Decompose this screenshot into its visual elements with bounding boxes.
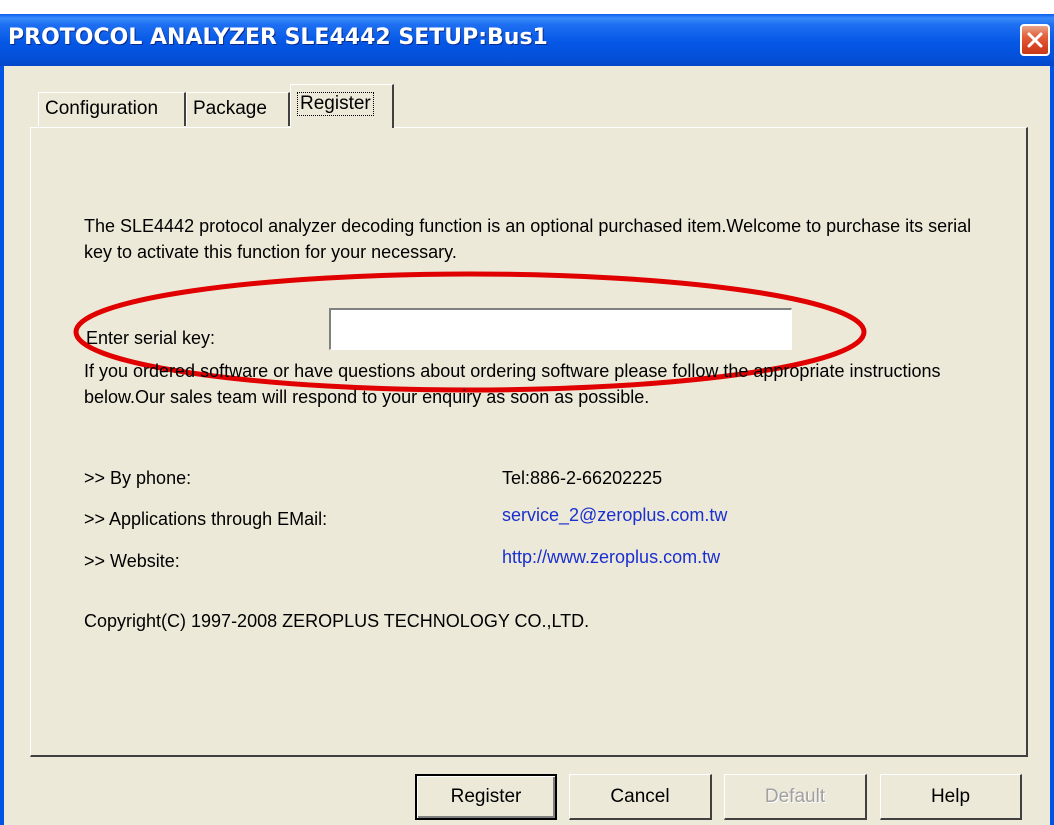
tab-package[interactable]: Package <box>186 92 290 126</box>
title-bar[interactable]: PROTOCOL ANALYZER SLE4442 SETUP:Bus1 <box>0 14 1054 66</box>
tab-register-label: Register <box>297 92 374 116</box>
phone-value: Tel:886-2-66202225 <box>502 468 663 488</box>
close-icon <box>1027 32 1043 48</box>
tab-register[interactable]: Register <box>290 84 394 128</box>
help-button[interactable]: Help <box>880 774 1022 820</box>
tab-configuration-label: Configuration <box>45 98 159 119</box>
setup-dialog: PROTOCOL ANALYZER SLE4442 SETUP:Bus1 The… <box>0 14 1054 825</box>
email-link[interactable]: service_2@zeroplus.com.tw <box>502 502 727 528</box>
default-button: Default <box>724 774 867 820</box>
cancel-button[interactable]: Cancel <box>569 774 712 820</box>
email-label: >> Applications through EMail: <box>84 509 328 529</box>
tab-configuration[interactable]: Configuration <box>38 92 186 126</box>
window-title: PROTOCOL ANALYZER SLE4442 SETUP:Bus1 <box>8 25 548 50</box>
serial-key-label: Enter serial key: <box>86 328 216 348</box>
register-button[interactable]: Register <box>415 774 557 820</box>
ordering-instructions: If you ordered software or have question… <box>84 361 941 407</box>
website-link[interactable]: http://www.zeroplus.com.tw <box>502 544 720 570</box>
serial-key-input[interactable] <box>329 308 792 350</box>
tab-package-label: Package <box>193 98 267 119</box>
intro-text: The SLE4442 protocol analyzer decoding f… <box>84 216 972 262</box>
copyright-text: Copyright(C) 1997-2008 ZEROPLUS TECHNOLO… <box>84 611 590 631</box>
close-button[interactable] <box>1020 24 1050 56</box>
phone-label: >> By phone: <box>84 468 192 488</box>
website-label: >> Website: <box>84 551 180 571</box>
register-panel: The SLE4442 protocol analyzer decoding f… <box>30 127 1028 757</box>
